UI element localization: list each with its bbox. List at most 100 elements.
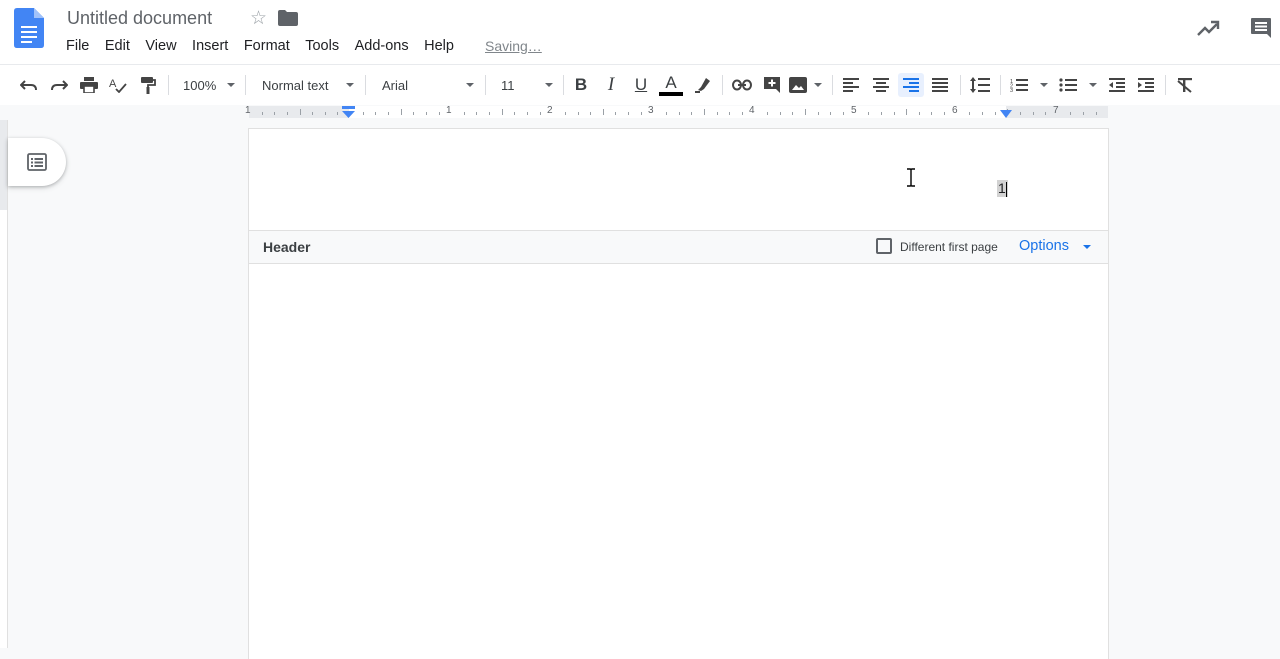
ruler-number: 7	[1053, 105, 1059, 116]
increase-indent-icon[interactable]	[1135, 74, 1157, 96]
ruler-tick	[426, 112, 427, 115]
ruler-tick	[439, 112, 440, 115]
line-spacing-icon[interactable]	[968, 74, 992, 96]
toolbar: A 100% Normal text Arial 11 B I U A 1 2 …	[0, 64, 1280, 106]
ruler-tick	[944, 112, 945, 115]
menu-tools[interactable]: Tools	[305, 38, 339, 56]
font-size-select[interactable]: 11	[494, 74, 558, 96]
italic-button[interactable]: I	[600, 74, 622, 96]
menu-addons[interactable]: Add-ons	[355, 38, 409, 56]
document-outline-button[interactable]	[8, 138, 66, 186]
text-color-swatch	[659, 91, 683, 96]
clear-formatting-icon[interactable]	[1174, 74, 1196, 96]
numbered-list-icon: 123	[1010, 79, 1028, 92]
outline-icon	[27, 153, 47, 171]
align-right-icon[interactable]	[898, 73, 924, 97]
first-line-indent-handle[interactable]	[342, 106, 355, 118]
ruler-number: 1	[245, 105, 251, 116]
toolbar-divider	[168, 75, 169, 95]
ruler-tick	[287, 112, 288, 115]
ruler-left-margin	[249, 106, 349, 118]
decrease-indent-icon[interactable]	[1106, 74, 1128, 96]
toolbar-divider	[245, 75, 246, 95]
document-page[interactable]	[249, 129, 1108, 659]
print-icon[interactable]	[78, 74, 100, 96]
ruler-tick	[780, 112, 781, 115]
menu-format[interactable]: Format	[244, 38, 290, 56]
bulleted-list-button[interactable]	[1059, 74, 1099, 96]
bold-button[interactable]: B	[570, 74, 592, 96]
ruler-tick	[464, 112, 465, 115]
ruler-tick	[514, 112, 515, 115]
ruler-number: 2	[547, 105, 553, 116]
font-family-select[interactable]: Arial	[374, 74, 479, 96]
ruler-tick	[363, 112, 364, 115]
zoom-select[interactable]: 100%	[175, 74, 240, 96]
menu-help[interactable]: Help	[424, 38, 454, 56]
underline-button[interactable]: U	[630, 74, 652, 96]
ruler-tick	[375, 112, 376, 115]
chevron-down-icon	[1089, 83, 1097, 87]
paragraph-style-select[interactable]: Normal text	[254, 74, 359, 96]
ruler-tick	[413, 112, 414, 115]
insert-image-button[interactable]	[789, 74, 825, 96]
ruler-tick	[401, 109, 402, 115]
folder-icon[interactable]	[278, 10, 298, 26]
paint-format-icon[interactable]	[137, 74, 159, 96]
highlight-color-icon[interactable]	[692, 74, 714, 96]
different-first-page-label[interactable]: Different first page	[900, 240, 998, 254]
undo-icon[interactable]	[18, 74, 40, 96]
ruler-tick	[843, 112, 844, 115]
horizontal-ruler[interactable]: 1 1 2 3 4 5 6 7	[0, 105, 1280, 119]
header-page-number[interactable]: 1	[997, 180, 1008, 197]
star-icon[interactable]: ☆	[250, 7, 267, 30]
add-comment-icon[interactable]	[761, 74, 783, 96]
toolbar-divider	[960, 75, 961, 95]
ruler-tick	[919, 112, 920, 115]
right-indent-handle[interactable]	[1000, 110, 1012, 118]
ruler-number: 1	[446, 105, 452, 116]
font-family-value: Arial	[382, 77, 409, 93]
ruler-tick	[995, 112, 996, 115]
align-left-icon[interactable]	[840, 74, 862, 96]
ruler-tick	[1045, 112, 1046, 115]
toolbar-divider	[722, 75, 723, 95]
comment-icon[interactable]	[1250, 17, 1272, 39]
text-color-button[interactable]: A	[659, 74, 683, 96]
menu-edit[interactable]: Edit	[105, 38, 130, 56]
ruler-tick	[603, 109, 604, 115]
align-justify-icon[interactable]	[929, 74, 951, 96]
ruler-tick	[300, 109, 301, 115]
toolbar-divider	[365, 75, 366, 95]
redo-icon[interactable]	[48, 74, 70, 96]
paragraph-style-value: Normal text	[262, 77, 329, 93]
title-bar: Untitled document ☆ File Edit View Inser…	[0, 0, 1280, 64]
different-first-page-checkbox[interactable]	[876, 238, 892, 254]
ruler-number: 5	[851, 105, 857, 116]
ruler-tick	[388, 112, 389, 115]
vertical-ruler[interactable]	[0, 120, 8, 648]
link-icon[interactable]	[731, 74, 753, 96]
toolbar-divider	[832, 75, 833, 95]
spellcheck-icon[interactable]: A	[107, 74, 129, 96]
menu-view[interactable]: View	[145, 38, 176, 56]
text-cursor-icon	[907, 168, 915, 187]
header-options-button[interactable]: Options	[1019, 238, 1069, 254]
save-status[interactable]: Saving…	[485, 38, 542, 54]
svg-text:A: A	[109, 78, 117, 90]
ruler-tick	[262, 112, 263, 115]
align-center-icon[interactable]	[870, 74, 892, 96]
trending-up-icon[interactable]	[1196, 17, 1220, 39]
ruler-number: 4	[749, 105, 755, 116]
document-title[interactable]: Untitled document	[67, 8, 212, 29]
chevron-down-icon	[466, 83, 474, 87]
docs-logo-icon[interactable]	[14, 8, 44, 48]
ruler-tick	[540, 112, 541, 115]
chevron-down-icon	[346, 83, 354, 87]
menu-insert[interactable]: Insert	[192, 38, 228, 56]
chevron-down-icon	[814, 83, 822, 87]
menu-file[interactable]: File	[66, 38, 89, 56]
ruler-tick	[641, 112, 642, 115]
ruler-tick	[590, 112, 591, 115]
numbered-list-button[interactable]: 123	[1010, 74, 1050, 96]
